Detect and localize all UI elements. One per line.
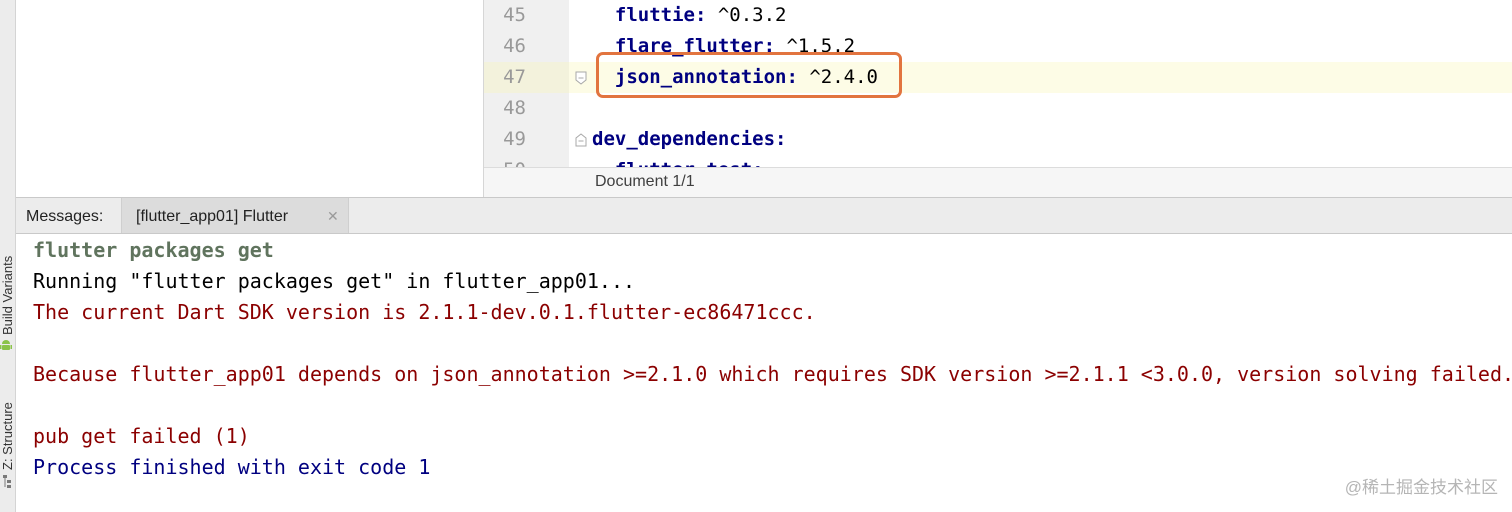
code-line[interactable]: 45 fluttie: ^0.3.2 [484,0,1512,31]
yaml-value: ^0.3.2 [706,4,787,26]
console-line: pub get failed (1) [33,424,250,448]
line-number: 46 [503,35,526,57]
yaml-key: dev_dependencies: [592,128,787,150]
line-number: 50 [484,155,569,167]
code-line[interactable]: 49 dev_dependencies: [484,124,1512,155]
close-icon[interactable]: ✕ [327,208,339,225]
messages-header: Messages: [flutter_app01] Flutter ✕ [16,197,1512,234]
console-line: Process finished with exit code 1 [33,455,431,479]
line-number: 45 [503,4,526,26]
code-text: fluttie: ^0.3.2 [592,0,787,31]
fold-end-icon[interactable] [575,71,587,85]
console-output[interactable]: flutter packages get Running "flutter pa… [16,234,1512,512]
watermark: @稀土掘金技术社区 [1344,478,1498,497]
console-line: The current Dart SDK version is 2.1.1-de… [33,300,816,324]
messages-title: Messages: [26,208,104,225]
line-number: 48 [503,97,526,119]
console-line: Running "flutter packages get" in flutte… [33,269,636,293]
project-pane[interactable] [16,0,482,197]
structure-icon [3,475,11,488]
tab-flutter-messages[interactable]: [flutter_app01] Flutter ✕ [121,198,349,233]
editor-breadcrumb[interactable]: Document 1/1 [484,167,1512,197]
tab-label: [flutter_app01] Flutter [136,208,289,225]
code-editor[interactable]: 45 fluttie: ^0.3.2 46 flare_flutter: ^1.… [483,0,1512,197]
yaml-key: fluttie: [592,4,707,26]
line-number: 49 [503,128,526,150]
left-tool-strip: Build Variants Z: Structure [0,0,16,512]
yaml-key: flutter_test: [592,159,764,167]
breadcrumb-text: Document 1/1 [595,173,695,190]
structure-tab[interactable]: Z: Structure [0,388,15,470]
console-line: Because flutter_app01 depends on json_an… [33,362,1512,386]
annotation-highlight-box [596,52,902,98]
code-text: dev_dependencies: [592,124,786,155]
build-variants-tab[interactable]: Build Variants [0,225,15,335]
android-icon [0,340,12,350]
line-number: 47 [484,62,569,93]
console-line: flutter packages get [33,238,274,262]
code-line[interactable]: 50 flutter_test: [484,155,1512,167]
fold-start-icon[interactable] [575,133,587,147]
code-area[interactable]: 45 fluttie: ^0.3.2 46 flare_flutter: ^1.… [484,0,1512,167]
code-text: flutter_test: [592,155,764,167]
